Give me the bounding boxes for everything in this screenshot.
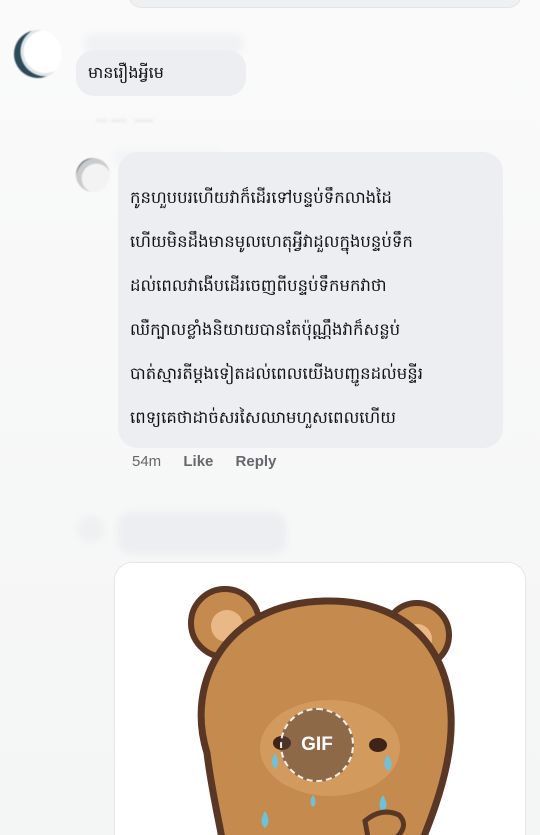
comment-text-line: ហើយមិនដឹងមានមូលហេតុអ្វីវាដួលក្នុងបន្ទប់ទ… (130, 232, 413, 251)
commenter-avatar[interactable] (14, 30, 62, 78)
comment-timestamp: 54m (132, 453, 162, 470)
commenter-avatar[interactable] (78, 516, 104, 542)
gif-label: GIF (301, 734, 333, 755)
comment-bubble[interactable]: មានរឿងអ្វីមេ (76, 50, 246, 96)
previous-comment-bubble[interactable] (128, 0, 522, 8)
like-button[interactable]: Like (183, 453, 213, 470)
comment-text-line: ពេទ្យគេថាដាច់សរសៃឈាមហួសពេលហើយ (130, 408, 396, 427)
comment-text-line: កូនហួបបរហើយវាក៏ដើរទៅបន្ទប់ទឹកលាងដៃ (130, 188, 392, 207)
comment-text-line: បាត់ស្មារតីម្ដងទៀតដល់ពេលយើងបញ្ជូនដល់មន្ទ… (130, 364, 423, 383)
reply-button[interactable]: Reply (236, 453, 277, 470)
comment-text-line: ដល់ពេលវាងើបដើរចេញពីបន្ទប់ទឹកមកវាថា (130, 276, 387, 295)
blurred-comment-actions: ··· ···· ····· (96, 114, 154, 128)
comment-text-line: ឈឺក្បាលខ្លាំងនិយាយបានតែប៉ុណ្ណឹងវាក៏សន្លប… (130, 320, 401, 339)
comment-bubble[interactable]: កូនហួបបរហើយវាក៏ដើរទៅបន្ទប់ទឹកលាងដៃ ហើយមិ… (118, 152, 503, 448)
gif-play-badge[interactable]: GIF (280, 708, 354, 782)
crying-bear-icon (188, 586, 455, 835)
comment-text: មានរឿងអ្វីមេ (88, 63, 164, 82)
comment-actions: 54m Like Reply (132, 453, 294, 470)
blurred-name (118, 512, 286, 554)
commenter-avatar[interactable] (76, 158, 110, 192)
gif-attachment[interactable]: GIF (114, 562, 526, 835)
comment-thread: មានរឿងអ្វីមេ ··· ···· ····· កូនហួបបរហើយវ… (0, 0, 540, 835)
